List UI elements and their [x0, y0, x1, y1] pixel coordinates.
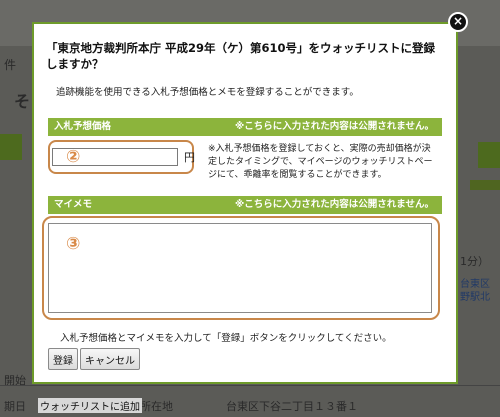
background-olive-bar	[470, 180, 500, 190]
background-row-location-label: 所在地	[140, 400, 173, 413]
budget-help-text: ※入札予想価格を登録しておくと、実際の売却価格が決定したタイミングで、マイページ…	[208, 144, 433, 180]
background-row-date: 期日	[4, 400, 26, 413]
memo-textarea[interactable]	[48, 223, 432, 313]
background-heading: そ	[14, 92, 31, 111]
memo-section-label: マイメモ	[54, 199, 93, 210]
yen-unit: 円	[184, 151, 195, 164]
dialog-description: 追跡機能を使用できる入札予想価格とメモを登録することができます。	[56, 87, 359, 98]
budget-section-header: 入札予想価格 ※こちらに入力された内容は公開されません。	[48, 118, 442, 136]
background-green-block-right	[478, 142, 500, 168]
background-divider	[0, 385, 500, 386]
background-row-address: 台東区下谷二丁目１３番１	[226, 400, 358, 413]
memo-section-header: マイメモ ※こちらに入力された内容は公開されません。	[48, 196, 442, 214]
background-text-right: 1分）	[460, 255, 489, 268]
dialog-instruction: 入札予想価格とマイメモを入力して「登録」ボタンをクリックしてください。	[60, 333, 392, 344]
background-green-block	[0, 134, 22, 160]
cancel-button[interactable]: キャンセル	[80, 348, 140, 370]
close-icon[interactable]: ×	[448, 12, 468, 32]
dialog-title: 「東京地方裁判所本庁 平成29年（ケ）第610号」をウォッチリストに登録しますか…	[46, 41, 436, 71]
background-link-2: 野駅北	[460, 292, 490, 303]
memo-number-label: ③	[66, 234, 81, 254]
add-to-watchlist-link[interactable]: ウォッチリストに追加	[38, 398, 142, 413]
background-text: 件	[4, 58, 17, 72]
budget-number-label: ②	[66, 147, 81, 167]
register-button[interactable]: 登録	[48, 348, 78, 370]
budget-section-label: 入札予想価格	[54, 121, 112, 132]
budget-privacy-note: ※こちらに入力された内容は公開されません。	[235, 121, 434, 132]
memo-privacy-note: ※こちらに入力された内容は公開されません。	[235, 199, 434, 210]
